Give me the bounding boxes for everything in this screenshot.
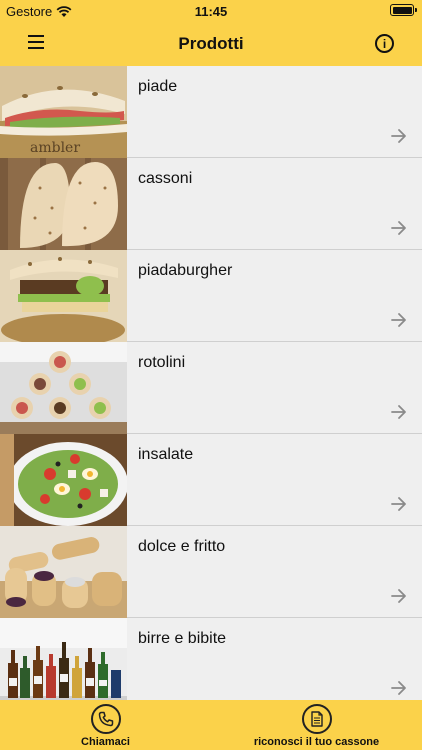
arrow-right-icon: [391, 589, 406, 603]
dolce-e-fritto-image: [0, 526, 127, 618]
navigation-bar: Prodotti i: [0, 22, 422, 66]
svg-text:ambler: ambler: [30, 140, 80, 156]
rotolini-image: [0, 342, 127, 434]
menu-button[interactable]: [28, 35, 44, 51]
list-item-label: birre e bibite: [138, 630, 227, 647]
tab-riconosci-cassone[interactable]: riconosci il tuo cassone: [211, 700, 422, 748]
insalate-image: [0, 434, 127, 526]
arrow-right-icon: [391, 497, 406, 511]
list-item-label: piadaburgher: [138, 262, 233, 279]
list-item-label: cassoni: [138, 170, 193, 187]
cassoni-image: [0, 158, 127, 250]
tab-chiamaci[interactable]: Chiamaci: [0, 700, 211, 748]
page-title: Prodotti: [178, 34, 244, 53]
arrow-right-icon: [391, 313, 406, 327]
document-icon: [301, 704, 332, 734]
list-item-birre-e-bibite[interactable]: birre e bibite: [0, 618, 422, 700]
list-item-piadaburgher[interactable]: piadaburgher: [0, 250, 422, 342]
birre-e-bibite-image: [0, 618, 127, 700]
tab-label: Chiamaci: [81, 736, 130, 748]
list-item-insalate[interactable]: insalate: [0, 434, 422, 526]
battery-indicator: [390, 4, 417, 16]
list-item-label: rotolini: [138, 354, 186, 371]
status-time: 11:45: [194, 4, 228, 19]
tab-bar: Chiamaci riconosci il tuo cassone: [0, 700, 422, 750]
arrow-right-icon: [391, 221, 406, 235]
product-list[interactable]: ambler piade cassoni piadaburgher rotoli…: [0, 66, 422, 700]
list-item-rotolini[interactable]: rotolini: [0, 342, 422, 434]
arrow-right-icon: [391, 129, 406, 143]
list-item-label: insalate: [138, 446, 194, 463]
list-item-label: piade: [138, 78, 178, 95]
battery-icon: [390, 4, 417, 16]
piadaburgher-image: [0, 250, 127, 342]
list-item-label: dolce e fritto: [138, 538, 226, 555]
piade-image: ambler: [0, 66, 127, 158]
arrow-right-icon: [391, 681, 406, 695]
list-item-dolce-e-fritto[interactable]: dolce e fritto: [0, 526, 422, 618]
phone-icon: [90, 704, 121, 734]
arrow-right-icon: [391, 405, 406, 419]
tab-label: riconosci il tuo cassone: [253, 736, 380, 748]
info-icon[interactable]: i: [375, 34, 394, 53]
list-item-piade[interactable]: ambler piade: [0, 66, 422, 158]
status-bar: Gestore 11:45: [0, 0, 422, 22]
list-item-cassoni[interactable]: cassoni: [0, 158, 422, 250]
